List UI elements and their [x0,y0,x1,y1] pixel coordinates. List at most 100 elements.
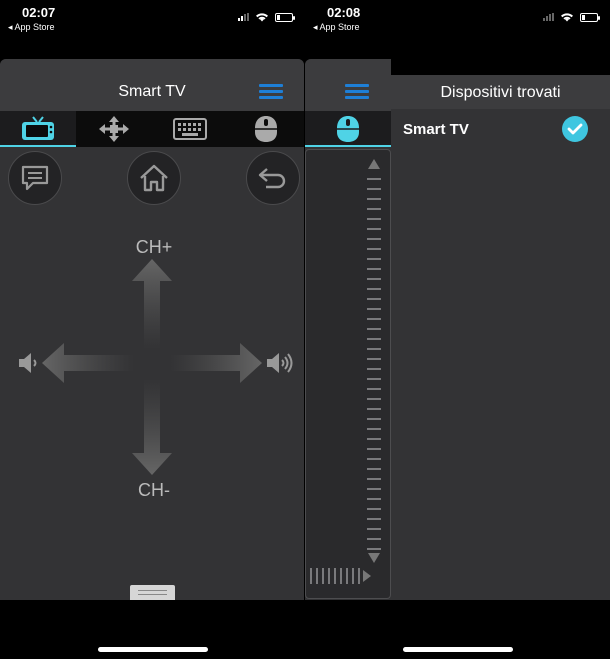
status-time: 02:08 [327,5,361,20]
scroll-tick [334,568,336,584]
tab-navigation[interactable] [76,111,152,147]
scroll-tick [367,458,381,460]
channel-down-arrow[interactable] [132,379,172,475]
scroll-tick [367,508,381,510]
tab-mouse[interactable] [228,111,304,147]
scroll-tick [367,178,381,180]
back-button[interactable] [246,151,300,205]
scroll-tick [367,478,381,480]
message-icon [21,165,49,191]
tab-tv[interactable] [0,111,76,147]
drawer-handle[interactable] [130,585,175,600]
keyboard-icon [173,118,207,140]
menu-button[interactable] [345,84,369,100]
devices-panel: Dispositivi trovati Smart TV [391,75,610,600]
status-icons [238,12,295,22]
device-item-smart-tv[interactable]: Smart TV [391,113,610,147]
check-icon [562,116,588,142]
volume-high-icon [267,353,293,373]
scroll-tick [316,568,318,584]
scroll-tick [367,198,381,200]
dpad [42,259,262,475]
scroll-tick [367,318,381,320]
scroll-tick [367,238,381,240]
channel-up-arrow[interactable] [132,259,172,349]
scroll-tick [367,228,381,230]
scroll-tick [367,428,381,430]
home-indicator [98,647,208,652]
battery-icon [580,12,600,22]
scroll-tick [367,248,381,250]
scroll-tick [367,298,381,300]
scroll-tick [367,268,381,270]
message-button[interactable] [8,151,62,205]
scroll-tick [340,568,342,584]
status-icons [543,12,600,22]
scroll-up-icon[interactable] [367,158,381,170]
scroll-tick [367,308,381,310]
back-to-app-store-link[interactable]: ◂ App Store [8,22,55,33]
scroll-tick [367,218,381,220]
scroll-tick [367,538,381,540]
scroll-tick [367,548,381,550]
scroll-tick [367,488,381,490]
home-icon [140,164,168,192]
volume-down-arrow[interactable] [42,343,134,383]
scroll-area[interactable] [305,149,391,599]
mouse-icon [255,116,277,142]
scroll-tick [367,188,381,190]
scroll-tick [346,568,348,584]
volume-low-icon [19,353,37,373]
scroll-tick [367,378,381,380]
scroll-tick [358,568,360,584]
return-icon [258,168,286,189]
home-button[interactable] [127,151,181,205]
back-to-app-store-link[interactable]: ◂ App Store [313,22,360,33]
scroll-tick [367,418,381,420]
scroll-tick [367,388,381,390]
scroll-tick [367,438,381,440]
mouse-panel [305,59,391,600]
scroll-tick [367,468,381,470]
scroll-tick [367,358,381,360]
status-time: 02:07 [22,5,56,20]
tab-keyboard[interactable] [152,111,228,147]
signal-icon [543,13,554,21]
status-bar-right: 02:08 ◂ App Store [305,0,610,56]
scroll-tick [367,348,381,350]
channel-up-label: CH+ [135,237,173,257]
status-bar-left: 02:07 ◂ App Store [0,0,305,56]
devices-title: Dispositivi trovati [440,84,561,101]
volume-up-arrow[interactable] [170,343,262,383]
scroll-tick [310,568,312,584]
scroll-tick [367,258,381,260]
menu-button[interactable] [259,84,283,100]
devices-header: Dispositivi trovati [391,75,610,109]
remote-panel: Smart TV CH+ CH- [0,59,304,600]
wifi-icon [561,13,573,22]
home-indicator [403,647,513,652]
mouse-tab-bar [305,111,391,147]
scroll-tick [367,528,381,530]
scroll-tick [367,368,381,370]
scroll-tick [367,408,381,410]
signal-icon [238,13,249,21]
scroll-tick [352,568,354,584]
tab-mouse[interactable] [305,111,391,147]
tv-icon [22,116,54,140]
vertical-scroll-ticks [366,178,382,558]
mouse-icon [337,116,359,142]
move-icon [99,116,129,142]
scroll-tick [367,518,381,520]
scroll-tick [367,288,381,290]
scroll-down-icon[interactable] [367,552,381,564]
device-name: Smart TV [403,121,469,138]
scroll-tick [367,498,381,500]
scroll-tick [328,568,330,584]
scroll-tick [367,328,381,330]
scroll-tick [367,398,381,400]
mouse-header [305,59,391,111]
scroll-tick [367,278,381,280]
remote-header: Smart TV [0,59,304,111]
scroll-right-icon[interactable] [362,569,372,583]
